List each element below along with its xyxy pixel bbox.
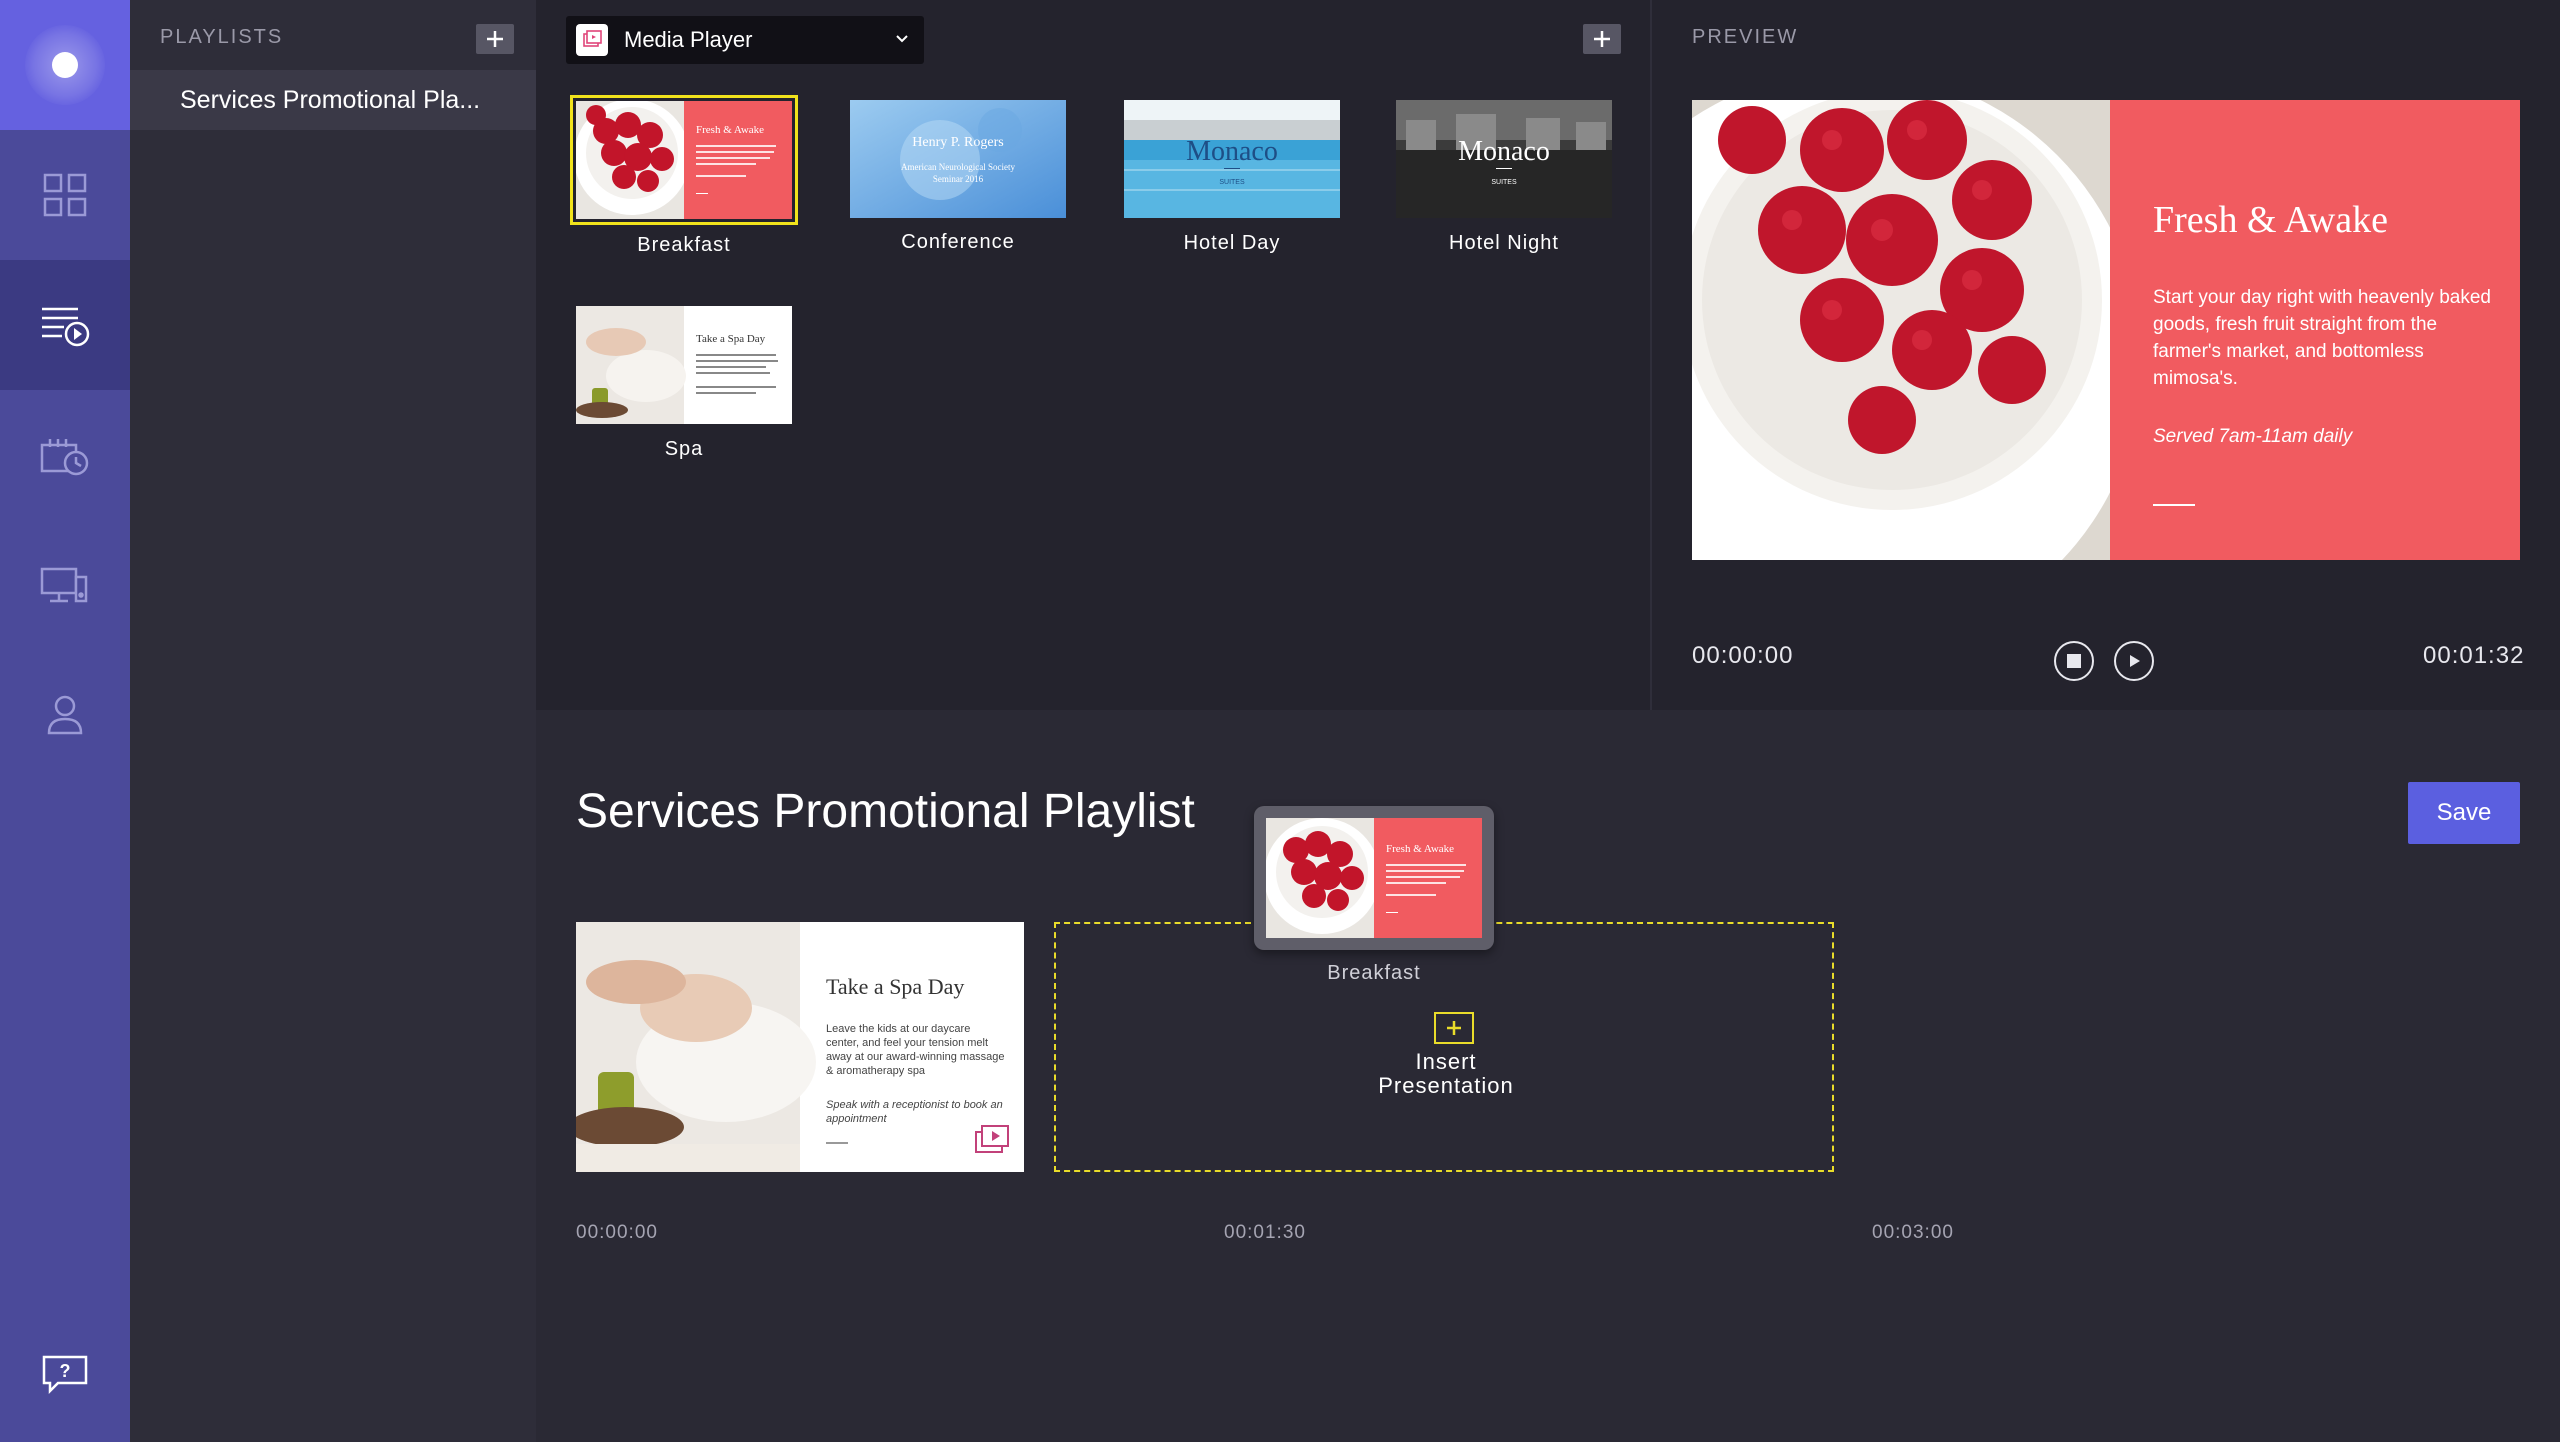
thumb-title: Fresh & Awake bbox=[696, 124, 764, 136]
playlist-item[interactable]: Services Promotional Pla... bbox=[130, 70, 536, 130]
thumb-label: Conference bbox=[901, 231, 1015, 253]
thumb-subtitle: SUITES bbox=[1491, 179, 1517, 186]
svg-text:?: ? bbox=[60, 1361, 71, 1381]
thumb-title: Monaco bbox=[1186, 136, 1278, 167]
preview-header: PREVIEW bbox=[1692, 26, 1799, 48]
thumb-subtitle: American Neurological Society bbox=[901, 162, 1015, 172]
plus-icon bbox=[487, 31, 503, 47]
thumb-image: Henry P. Rogers American Neurological So… bbox=[850, 100, 1066, 218]
logo-ring bbox=[25, 25, 105, 105]
thumb-image: Fresh & Awake bbox=[570, 95, 798, 225]
dragged-presentation-breakfast[interactable]: Fresh & Awake bbox=[1254, 806, 1494, 950]
stop-icon bbox=[2067, 654, 2081, 668]
presentation-icon bbox=[975, 1125, 1009, 1153]
playlist-icon bbox=[42, 307, 90, 347]
nav-account[interactable] bbox=[0, 650, 130, 780]
presentation-library: Media Player Fresh & Awake Breakfast Hen… bbox=[536, 0, 1650, 710]
logo-dot bbox=[52, 52, 78, 78]
calendar-clock-icon bbox=[40, 439, 89, 476]
help-chat-icon: ? bbox=[42, 1355, 88, 1395]
timeline-clip-spa[interactable]: Take a Spa Day Leave the kids at our day… bbox=[576, 922, 1024, 1172]
thumb-title: Take a Spa Day bbox=[696, 333, 766, 345]
thumb-subtitle: Seminar 2016 bbox=[933, 174, 984, 184]
insert-plus-icon bbox=[1434, 1012, 1474, 1044]
media-player-select[interactable]: Media Player bbox=[566, 16, 924, 64]
thumb-label: Hotel Day bbox=[1183, 232, 1281, 254]
nav-rail: ? bbox=[0, 0, 130, 1442]
add-playlist-button[interactable] bbox=[476, 24, 514, 54]
thumb-subtitle: SUITES bbox=[1219, 179, 1245, 186]
save-button[interactable]: Save bbox=[2408, 782, 2520, 844]
preview-slide-note: Served 7am-11am daily bbox=[2153, 426, 2353, 447]
play-button[interactable] bbox=[2114, 641, 2154, 681]
thumb-label: Breakfast bbox=[637, 234, 731, 256]
preview-slide-title: Fresh & Awake bbox=[2153, 199, 2389, 241]
timeline-tick: 00:00:00 bbox=[576, 1222, 658, 1243]
timeline-tick: 00:03:00 bbox=[1872, 1222, 1954, 1243]
preview-slide-body: Start your day right with heavenly baked… bbox=[2153, 287, 2491, 389]
preview-time-total: 00:01:32 bbox=[2423, 642, 2525, 669]
thumb-title: Henry P. Rogers bbox=[912, 135, 1003, 150]
thumb-title: Monaco bbox=[1458, 136, 1550, 167]
clip-slide-note: Speak with a receptionist to book an app… bbox=[826, 1099, 1003, 1125]
app-logo[interactable] bbox=[0, 0, 130, 130]
media-player-label: Media Player bbox=[624, 27, 753, 52]
thumb-label: Spa bbox=[664, 438, 704, 460]
user-icon bbox=[47, 695, 83, 735]
thumb-label: Hotel Night bbox=[1449, 232, 1559, 254]
nav-help[interactable]: ? bbox=[0, 1310, 130, 1440]
preview-slide: Fresh & Awake Start your day right with … bbox=[1692, 100, 2520, 560]
play-icon bbox=[2130, 655, 2140, 667]
insert-label: Insert Presentation bbox=[1336, 1050, 1556, 1098]
drag-thumb-image: Fresh & Awake bbox=[1266, 818, 1482, 938]
thumb-image: Take a Spa Day bbox=[576, 306, 792, 424]
insert-label-line-1: Insert bbox=[1415, 1049, 1477, 1074]
nav-dashboard[interactable] bbox=[0, 130, 130, 260]
insert-presentation-dropzone[interactable]: Insert Presentation bbox=[1054, 922, 1834, 1172]
media-player-icon bbox=[576, 24, 608, 56]
clip-slide-title: Take a Spa Day bbox=[826, 974, 965, 999]
playlists-header: PLAYLISTS bbox=[160, 26, 284, 48]
monitor-icon bbox=[40, 567, 88, 603]
clip-slide-body: Leave the kids at our daycare center, an… bbox=[826, 1023, 1005, 1077]
stop-button[interactable] bbox=[2054, 641, 2094, 681]
plus-icon bbox=[1594, 31, 1610, 47]
preview-panel: PREVIEW Fresh & Awake Start your day rig… bbox=[1652, 0, 2560, 710]
insert-label-line-2: Presentation bbox=[1378, 1073, 1514, 1098]
preview-time-current: 00:00:00 bbox=[1692, 642, 1794, 669]
add-presentation-button[interactable] bbox=[1583, 24, 1621, 54]
grid-icon bbox=[43, 173, 87, 217]
playlists-panel: PLAYLISTS Services Promotional Pla... bbox=[130, 0, 536, 1442]
playlist-editor: Services Promotional Playlist Save Take … bbox=[536, 710, 2560, 1442]
nav-schedule[interactable] bbox=[0, 390, 130, 520]
dragged-presentation-label: Breakfast bbox=[1327, 962, 1421, 984]
chevron-down-icon bbox=[896, 35, 908, 43]
nav-displays[interactable] bbox=[0, 520, 130, 650]
drag-thumb-title: Fresh & Awake bbox=[1386, 843, 1454, 855]
app-window: ? PLAYLISTS Services Promotional Pla... … bbox=[0, 0, 2560, 1442]
timeline-tick: 00:01:30 bbox=[1224, 1222, 1306, 1243]
thumb-image: Monaco SUITES bbox=[1124, 100, 1340, 218]
playlist-title: Services Promotional Playlist bbox=[576, 785, 1195, 838]
nav-playlists[interactable] bbox=[0, 260, 130, 390]
thumb-image: Monaco SUITES bbox=[1396, 100, 1612, 218]
